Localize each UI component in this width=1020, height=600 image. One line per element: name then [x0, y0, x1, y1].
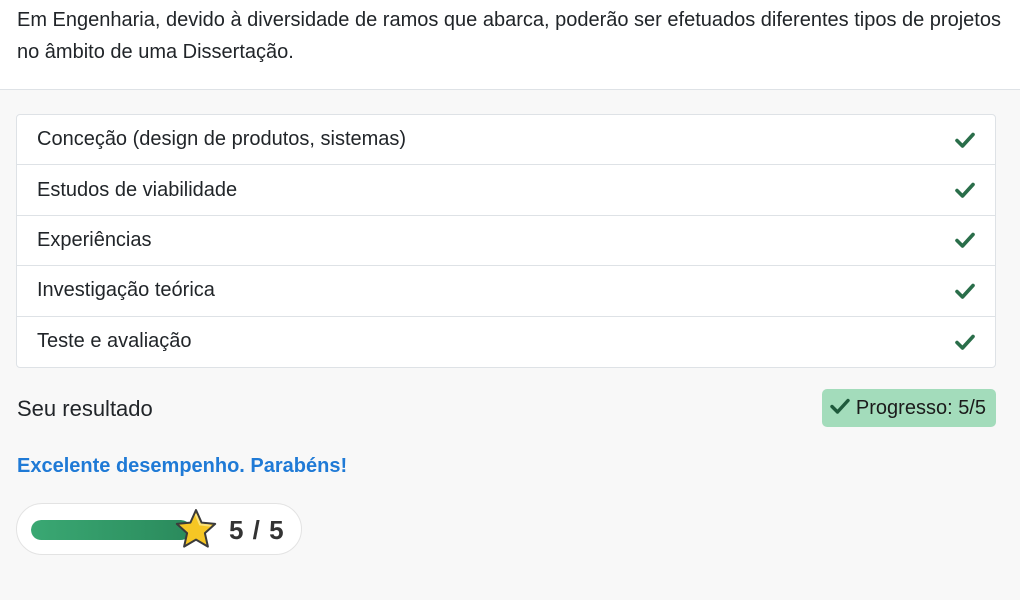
check-icon: [955, 180, 975, 200]
check-icon: [955, 130, 975, 150]
answer-option-label: Estudos de viabilidade: [37, 178, 238, 201]
answer-option[interactable]: Teste e avaliação: [17, 317, 995, 367]
check-icon: [830, 397, 850, 420]
feedback-message: Excelente desempenho. Parabéns!: [17, 455, 348, 477]
score-text: 5 / 5: [229, 515, 285, 545]
answer-option[interactable]: Investigação teórica: [17, 266, 995, 317]
answer-option[interactable]: Conceção (design de produtos, sistemas): [17, 115, 995, 166]
check-icon: [955, 230, 975, 250]
question-intro: Em Engenharia, devido à diversidade de r…: [0, 0, 1020, 90]
star-icon: [173, 507, 219, 553]
progress-badge: Progresso: 5/5: [821, 389, 996, 427]
score-summary: 5 / 5: [16, 503, 302, 555]
answer-option[interactable]: Estudos de viabilidade: [17, 165, 995, 216]
check-icon: [955, 332, 975, 352]
answer-list: Conceção (design de produtos, sistemas) …: [16, 114, 996, 368]
score-progress-fill: [31, 520, 191, 540]
result-title: Seu resultado: [17, 396, 153, 421]
check-icon: [955, 281, 975, 301]
answer-option-label: Experiências: [37, 228, 152, 251]
answer-option-label: Investigação teórica: [37, 279, 215, 302]
answer-option[interactable]: Experiências: [17, 216, 995, 267]
intro-text: Em Engenharia, devido à diversidade de r…: [17, 9, 1001, 63]
score-progress-bar: [31, 520, 191, 540]
answer-option-label: Teste e avaliação: [37, 330, 192, 353]
answer-option-label: Conceção (design de produtos, sistemas): [37, 128, 407, 151]
progress-badge-label: Progresso: 5/5: [855, 396, 986, 419]
